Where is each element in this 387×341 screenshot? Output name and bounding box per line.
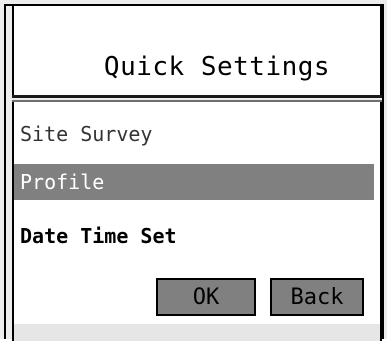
title-separator	[12, 95, 382, 98]
menu-item-date-time-set[interactable]: Date Time Set	[14, 218, 374, 254]
back-button[interactable]: Back	[270, 278, 364, 316]
menu-item-profile[interactable]: Profile	[14, 164, 374, 200]
dialog-title: Quick Settings	[103, 52, 331, 82]
ok-button[interactable]: OK	[156, 278, 256, 316]
device-screen: Quick Settings Site Survey Profile Date …	[0, 0, 387, 341]
bottom-strip	[12, 324, 382, 341]
quick-settings-dialog: Quick Settings Site Survey Profile Date …	[4, 4, 384, 341]
menu-item-site-survey[interactable]: Site Survey	[14, 116, 374, 152]
menu-list: Site Survey Profile Date Time Set OK Bac…	[12, 102, 382, 324]
title-bar: Quick Settings	[12, 6, 382, 96]
